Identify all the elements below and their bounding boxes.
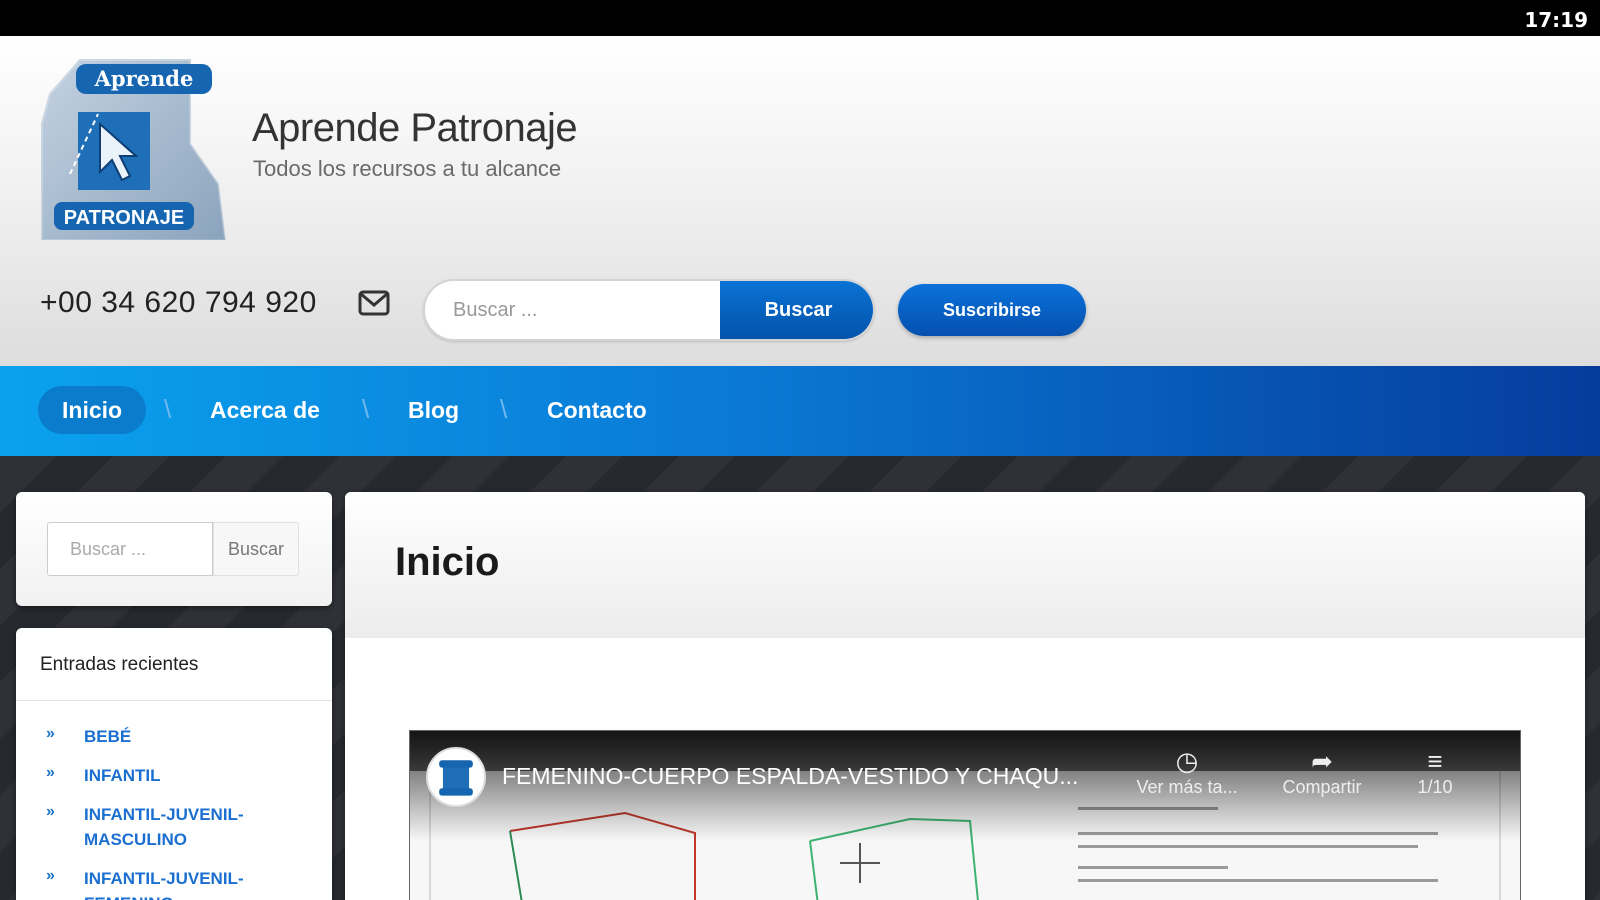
page-title: Inicio bbox=[395, 540, 500, 584]
header-search-form: Buscar bbox=[423, 279, 875, 341]
site-header: Aprende PATRONAJE Aprende Patronaje Todo… bbox=[0, 36, 1600, 366]
recent-post-link[interactable]: INFANTIL-JUVENIL-MASCULINO bbox=[84, 805, 244, 849]
double-chevron-icon: » bbox=[46, 803, 55, 820]
share-button[interactable]: ➦ Compartir bbox=[1267, 745, 1377, 798]
list-item: » BEBÉ bbox=[16, 724, 332, 749]
header-search-button[interactable]: Buscar bbox=[720, 281, 873, 339]
recent-posts-list: » BEBÉ » INFANTIL » INFANTIL-JUVENIL-MAS… bbox=[16, 724, 332, 900]
header-search-input[interactable] bbox=[425, 281, 720, 339]
main-nav: Inicio \ Acerca de \ Blog \ Contacto bbox=[0, 366, 1600, 456]
double-chevron-icon: » bbox=[46, 725, 55, 742]
video-embed[interactable]: FEMENINO-CUERPO ESPALDA-VESTIDO Y CHAQU.… bbox=[409, 730, 1521, 900]
mail-icon[interactable] bbox=[358, 290, 390, 316]
phone-number[interactable]: +00 34 620 794 920 bbox=[40, 286, 317, 320]
status-bar: 17:19 bbox=[0, 0, 1600, 36]
list-item: » INFANTIL-JUVENIL-FEMENINO bbox=[16, 866, 332, 900]
sidebar-search-button[interactable]: Buscar bbox=[213, 522, 299, 576]
nav-separator: \ bbox=[500, 394, 508, 424]
watch-later-label: Ver más ta... bbox=[1136, 777, 1238, 797]
subscribe-button[interactable]: Suscribirse bbox=[898, 284, 1086, 336]
widget-divider bbox=[16, 700, 332, 701]
double-chevron-icon: » bbox=[46, 867, 55, 884]
list-item: » INFANTIL bbox=[16, 763, 332, 788]
playlist-button[interactable]: ≡ 1/10 bbox=[1380, 745, 1490, 798]
status-time: 17:19 bbox=[1524, 8, 1588, 32]
sidebar-search-widget: Buscar bbox=[16, 492, 332, 606]
nav-item-contacto[interactable]: Contacto bbox=[547, 386, 647, 434]
logo-top-text: Aprende bbox=[94, 66, 194, 91]
recent-post-link[interactable]: INFANTIL-JUVENIL-FEMENINO bbox=[84, 869, 244, 900]
logo-bottom-text: PATRONAJE bbox=[64, 207, 184, 229]
share-label: Compartir bbox=[1282, 777, 1362, 797]
watch-later-button[interactable]: ◷ Ver más ta... bbox=[1132, 745, 1242, 798]
nav-separator: \ bbox=[362, 394, 370, 424]
nav-item-blog[interactable]: Blog bbox=[408, 386, 459, 434]
channel-avatar[interactable] bbox=[426, 747, 486, 807]
playlist-count: 1/10 bbox=[1417, 777, 1453, 797]
sidebar-search-input[interactable] bbox=[47, 522, 213, 576]
site-tagline: Todos los recursos a tu alcance bbox=[253, 156, 562, 181]
double-chevron-icon: » bbox=[46, 764, 55, 781]
nav-item-acerca-de[interactable]: Acerca de bbox=[210, 386, 320, 434]
clock-icon: ◷ bbox=[1175, 746, 1199, 776]
page-header: Inicio bbox=[345, 492, 1585, 638]
list-item: » INFANTIL-JUVENIL-MASCULINO bbox=[16, 802, 332, 852]
recent-post-link[interactable]: BEBÉ bbox=[84, 727, 131, 746]
main-content: Inicio FEMENINO-CUERPO ESPALDA-VESTIDO Y… bbox=[345, 492, 1585, 900]
recent-post-link[interactable]: INFANTIL bbox=[84, 766, 161, 785]
playlist-icon: ≡ bbox=[1427, 746, 1443, 776]
site-title[interactable]: Aprende Patronaje bbox=[252, 106, 578, 151]
nav-item-inicio[interactable]: Inicio bbox=[38, 386, 147, 434]
share-icon: ➦ bbox=[1311, 746, 1333, 776]
nav-separator: \ bbox=[164, 394, 172, 424]
video-title[interactable]: FEMENINO-CUERPO ESPALDA-VESTIDO Y CHAQU.… bbox=[502, 763, 1078, 790]
recent-posts-widget: Entradas recientes » BEBÉ » INFANTIL » I… bbox=[16, 628, 332, 900]
site-logo[interactable]: Aprende PATRONAJE bbox=[40, 54, 230, 240]
recent-posts-title: Entradas recientes bbox=[40, 654, 199, 675]
